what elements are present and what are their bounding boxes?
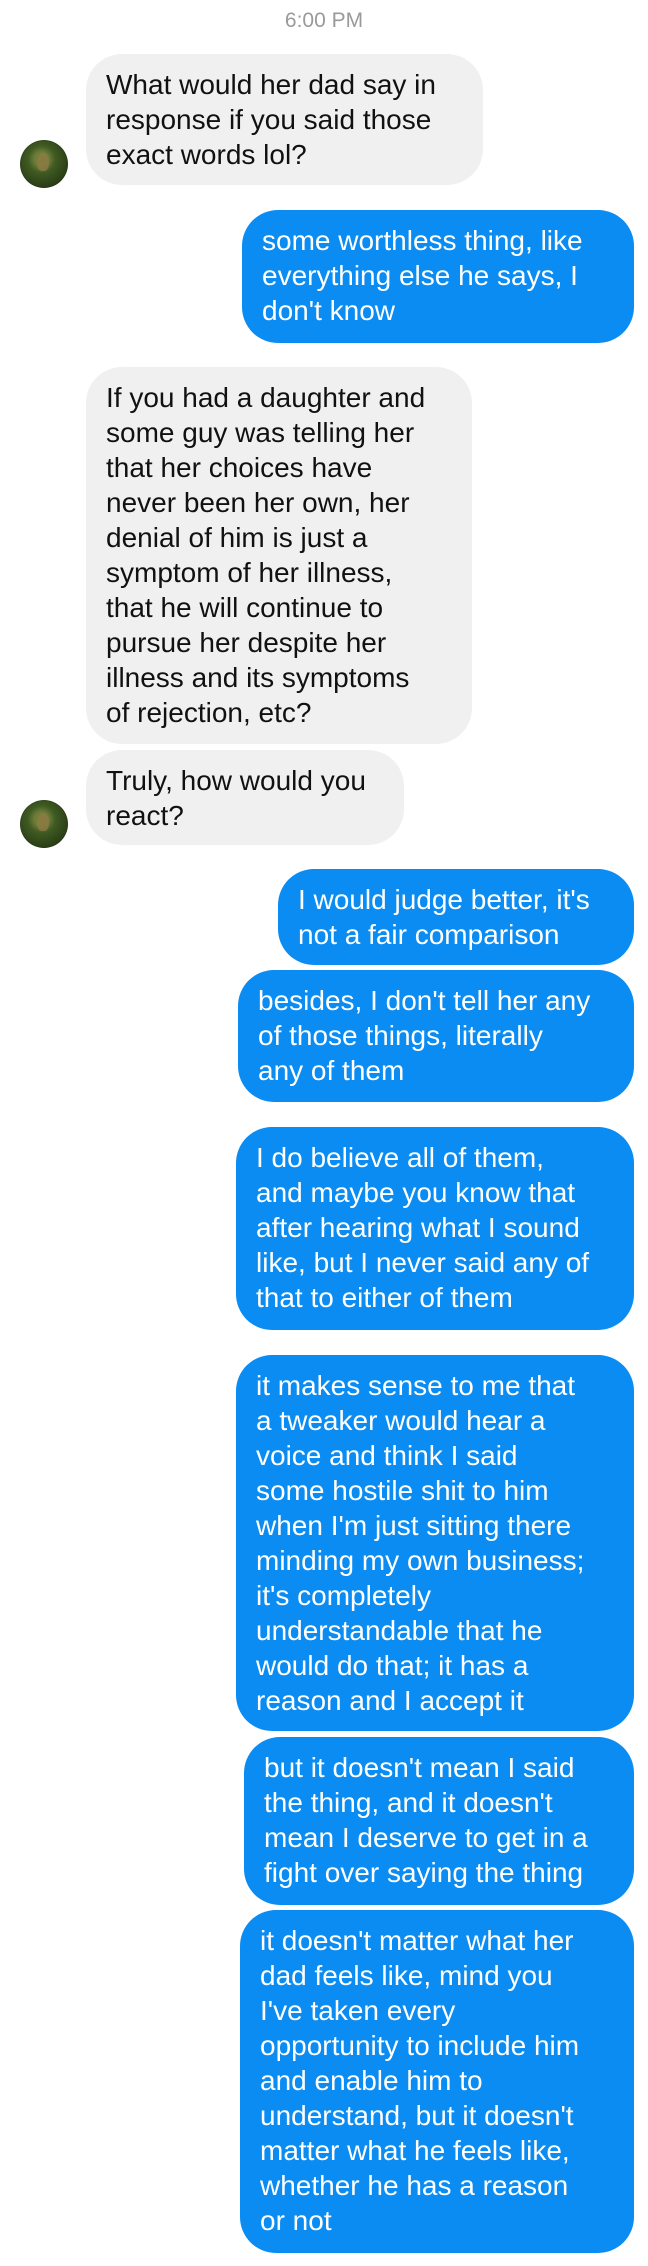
- outgoing-message-6: but it doesn't mean I said the thing, an…: [244, 1737, 634, 1905]
- outgoing-message-4: I do believe all of them, and maybe you …: [236, 1127, 634, 1330]
- contact-avatar-icon[interactable]: [20, 800, 68, 848]
- outgoing-message-1: some worthless thing, like everything el…: [242, 210, 634, 343]
- outgoing-message-7: it doesn't matter what her dad feels lik…: [240, 1910, 634, 2253]
- contact-avatar-icon[interactable]: [20, 140, 68, 188]
- incoming-message-3: Truly, how would you react?: [86, 750, 404, 845]
- outgoing-message-5: it makes sense to me that a tweaker woul…: [236, 1355, 634, 1731]
- incoming-message-1: What would her dad say in response if yo…: [86, 54, 483, 185]
- message-timestamp: 6:00 PM: [284, 9, 364, 32]
- outgoing-message-2: I would judge better, it's not a fair co…: [278, 869, 634, 965]
- incoming-message-2: If you had a daughter and some guy was t…: [86, 367, 472, 744]
- chat-thread: 6:00 PM What would her dad say in respon…: [0, 0, 648, 2266]
- outgoing-message-3: besides, I don't tell her any of those t…: [238, 970, 634, 1102]
